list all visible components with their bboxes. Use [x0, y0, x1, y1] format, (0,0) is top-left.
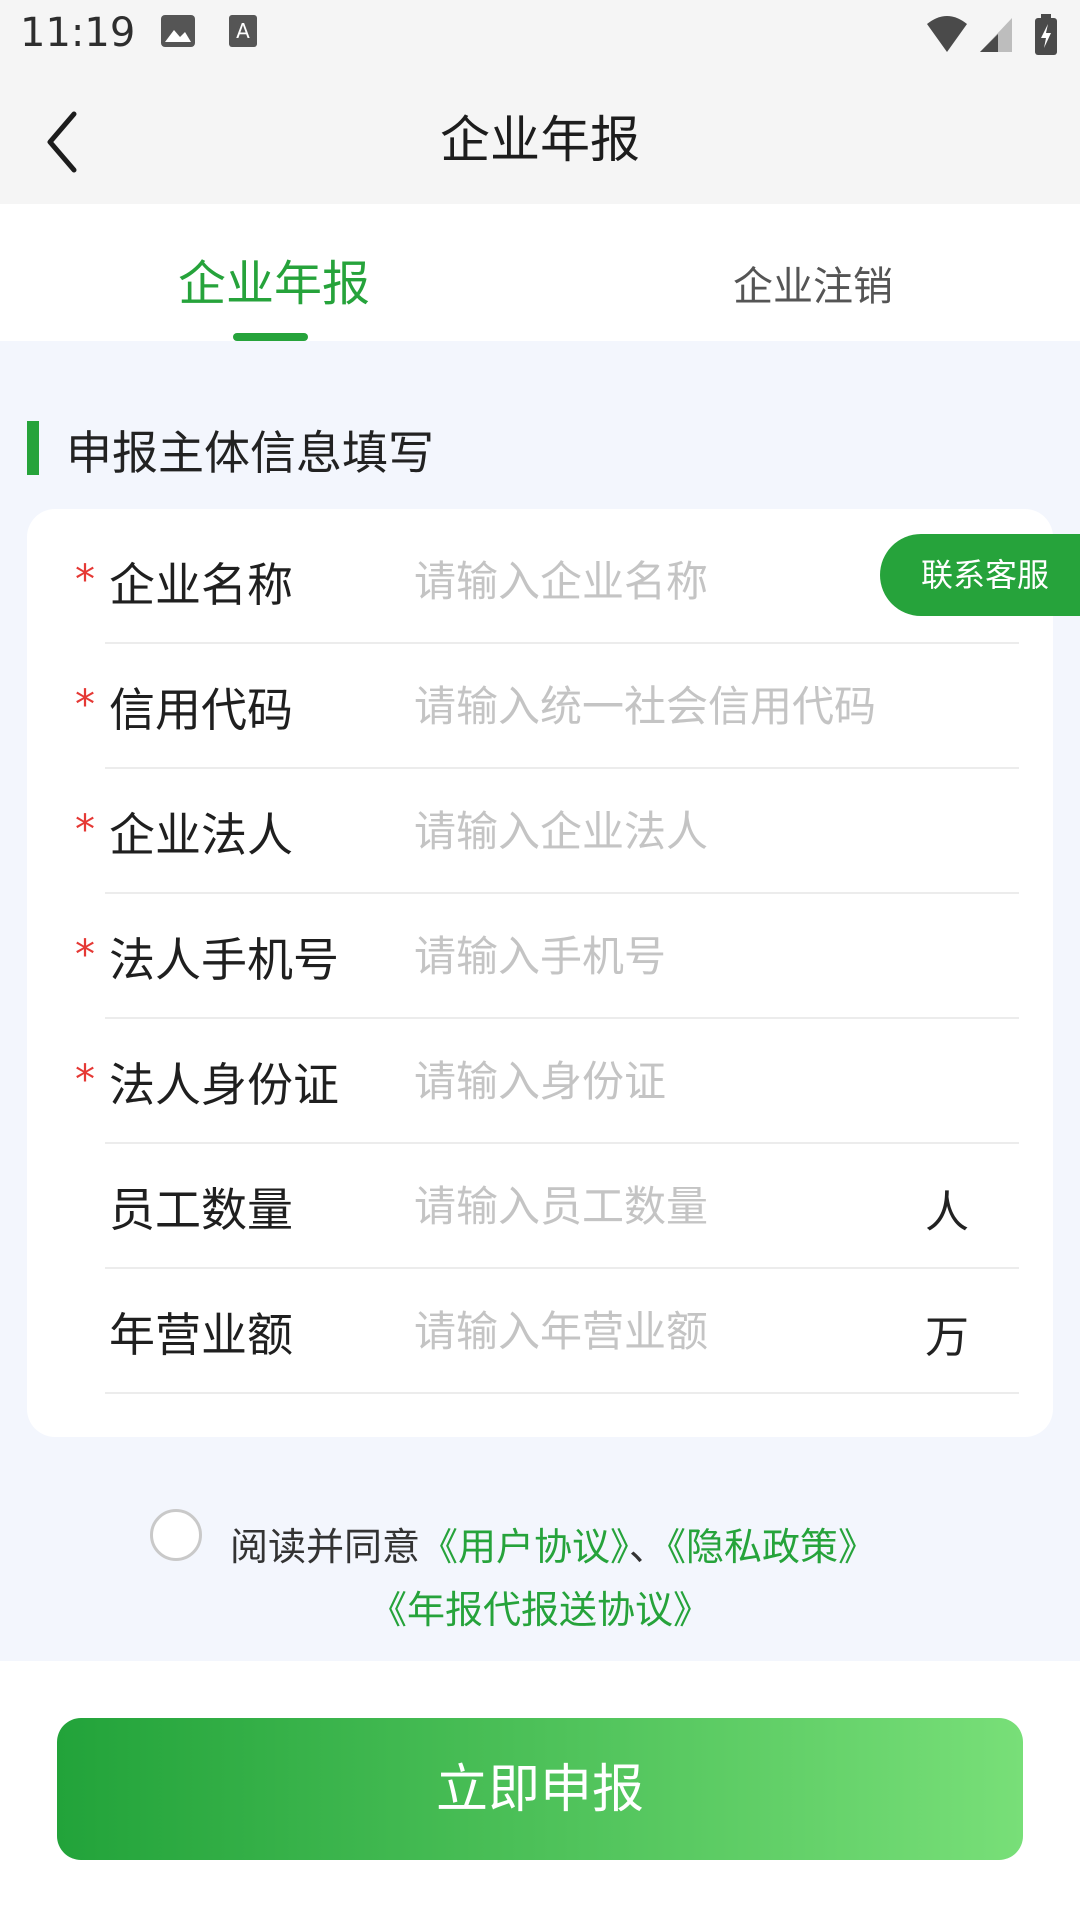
employee-count-input[interactable]	[412, 1170, 896, 1242]
tab-active-indicator	[233, 333, 308, 341]
unit-label: 万	[925, 1312, 969, 1363]
required-mark: *	[75, 1057, 95, 1103]
tab-deregistration[interactable]: 企业注销	[733, 254, 893, 312]
signal-icon	[980, 18, 1012, 52]
form-row-revenue: 年营业额 万	[27, 1269, 1053, 1394]
tab-bar: 企业年报 企业注销	[0, 204, 1080, 341]
status-time: 11:19	[20, 10, 136, 56]
submit-button[interactable]: 立即申报	[57, 1718, 1023, 1860]
form-row-legal-person: * 企业法人	[27, 769, 1053, 894]
form-row-credit-code: * 信用代码	[27, 644, 1053, 769]
user-agreement-link[interactable]: 《用户协议》	[420, 1525, 629, 1569]
report-agreement-link[interactable]: 《年报代报送协议》	[369, 1588, 711, 1632]
id-card-input[interactable]	[412, 1045, 976, 1117]
section-title: 申报主体信息填写	[66, 426, 434, 480]
svg-text:A: A	[236, 19, 250, 43]
form-row-id-card: * 法人身份证	[27, 1019, 1053, 1144]
divider	[105, 1392, 1019, 1394]
text-notification-icon: A	[229, 15, 257, 47]
agreement-prefix: 阅读并同意	[230, 1525, 421, 1569]
form-row-phone: * 法人手机号	[27, 894, 1053, 1019]
field-label: 企业法人	[109, 808, 293, 862]
phone-input[interactable]	[412, 920, 976, 992]
field-label: 信用代码	[109, 683, 293, 737]
credit-code-input[interactable]	[412, 670, 976, 742]
page-title: 企业年报	[440, 111, 640, 169]
image-notification-icon	[161, 15, 195, 47]
field-label: 法人身份证	[109, 1058, 339, 1112]
wifi-icon	[927, 16, 967, 52]
privacy-policy-link[interactable]: 《隐私政策》	[667, 1525, 876, 1569]
field-label: 年营业额	[109, 1308, 293, 1362]
agreement-separator: 、	[629, 1525, 668, 1569]
agreement-checkbox[interactable]	[150, 1509, 202, 1561]
battery-icon	[1035, 14, 1057, 55]
agreement-text: 阅读并同意《用户协议》、《隐私政策》	[230, 1516, 876, 1571]
field-label: 企业名称	[109, 558, 293, 612]
field-label: 法人手机号	[109, 933, 339, 987]
app-header: 企业年报	[0, 72, 1080, 204]
form-card: * 企业名称 * 信用代码 * 企业法人 * 法人手机号 * 法人身份证	[27, 509, 1053, 1437]
legal-person-input[interactable]	[412, 795, 976, 867]
required-mark: *	[75, 807, 95, 853]
required-mark: *	[75, 932, 95, 978]
unit-label: 人	[925, 1187, 969, 1238]
field-label: 员工数量	[109, 1183, 293, 1237]
required-mark: *	[75, 682, 95, 728]
tab-annual-report[interactable]: 企业年报	[178, 244, 370, 314]
form-row-employees: 员工数量 人	[27, 1144, 1053, 1269]
agreement-text-line2: 《年报代报送协议》	[0, 1579, 1080, 1634]
status-bar: 11:19 A	[0, 0, 1080, 72]
section-title-accent	[27, 421, 39, 475]
contact-service-button[interactable]: 联系客服	[880, 534, 1080, 616]
annual-revenue-input[interactable]	[412, 1295, 896, 1367]
required-mark: *	[75, 557, 95, 603]
